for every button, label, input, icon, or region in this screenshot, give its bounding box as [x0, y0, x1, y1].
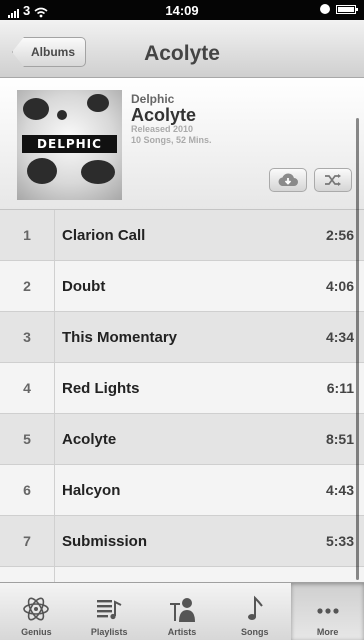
track-number: 5 — [0, 414, 55, 464]
track-row[interactable]: 3 This Momentary 4:34 — [0, 312, 364, 363]
tab-genius[interactable]: Genius — [0, 583, 73, 640]
track-duration: 4:43 — [325, 482, 354, 498]
tab-playlists[interactable]: Playlists — [73, 583, 146, 640]
track-duration: 2:56 — [325, 227, 354, 243]
tab-label: Playlists — [90, 627, 128, 637]
track-duration: 8:51 — [325, 431, 354, 447]
track-title: Acolyte — [62, 430, 117, 448]
track-title: Red Lights — [62, 379, 140, 397]
track-title: Halcyon — [62, 481, 121, 499]
download-button[interactable] — [269, 168, 307, 192]
atom-icon — [23, 597, 50, 621]
track-row[interactable]: 1 Clarion Call 2:56 — [0, 210, 364, 261]
artwork-logo: DELPHIC — [22, 135, 117, 153]
track-number: 6 — [0, 465, 55, 515]
more-icon — [316, 608, 339, 614]
track-duration: 4:06 — [325, 278, 354, 294]
track-duration: 4:34 — [325, 329, 354, 345]
tab-label: Songs — [241, 627, 269, 637]
tab-label: Artists — [167, 627, 197, 637]
track-number: 4 — [0, 363, 55, 413]
track-row[interactable]: 7 Submission 5:33 — [0, 516, 364, 567]
playlist-icon — [97, 600, 122, 620]
music-note-icon — [247, 595, 263, 620]
albums-back-button[interactable]: Albums — [12, 37, 87, 67]
track-title: Doubt — [62, 277, 106, 295]
track-number: 7 — [0, 516, 55, 566]
scroll-indicator — [356, 118, 359, 580]
track-row[interactable]: 6 Halcyon 4:43 — [0, 465, 364, 516]
tab-bar: Genius Playlists Artists Songs More — [0, 582, 364, 640]
tab-label: Genius — [21, 627, 52, 637]
track-row[interactable]: 5 Acolyte 8:51 — [0, 414, 364, 465]
album-artwork: DELPHIC — [17, 90, 122, 200]
album-release: Released 2010 — [131, 124, 194, 134]
track-row[interactable]: 8Counterpoint6:18 — [0, 567, 364, 582]
track-title: Clarion Call — [62, 226, 146, 244]
battery-icon — [336, 4, 358, 14]
album-title: Acolyte — [131, 105, 197, 125]
track-title: This Momentary — [62, 328, 178, 346]
shuffle-icon — [325, 174, 341, 186]
artist-name: Delphic — [131, 92, 175, 106]
track-number: 3 — [0, 312, 55, 362]
orientation-lock-icon — [320, 4, 330, 14]
navigation-bar: Albums Acolyte — [0, 20, 364, 78]
tab-label: More — [316, 627, 339, 637]
tab-songs[interactable]: Songs — [218, 583, 291, 640]
album-summary: 10 Songs, 52 Mins. — [131, 135, 212, 145]
cloud-download-icon — [278, 173, 298, 186]
artist-icon — [169, 598, 195, 622]
shuffle-button[interactable] — [314, 168, 352, 192]
track-number: 1 — [0, 210, 55, 260]
track-row[interactable]: 2 Doubt 4:06 — [0, 261, 364, 312]
track-number: 2 — [0, 261, 55, 311]
album-meta: Delphic Acolyte Released 2010 10 Songs, … — [131, 92, 212, 146]
track-duration: 5:33 — [325, 533, 354, 549]
track-row[interactable]: 4 Red Lights 6:11 — [0, 363, 364, 414]
track-number: 8 — [0, 567, 55, 582]
status-bar: 3 14:09 — [0, 0, 364, 20]
status-time: 14:09 — [165, 3, 199, 18]
track-title: Submission — [62, 532, 148, 550]
tab-artists[interactable]: Artists — [146, 583, 219, 640]
status-right — [320, 4, 358, 14]
album-header: DELPHIC Delphic Acolyte Released 2010 10… — [0, 78, 364, 210]
tab-more[interactable]: More — [291, 583, 364, 640]
track-duration: 6:11 — [326, 380, 354, 396]
track-list: 1 Clarion Call 2:56 2 Doubt 4:06 3 This Momenta… — [0, 210, 364, 582]
